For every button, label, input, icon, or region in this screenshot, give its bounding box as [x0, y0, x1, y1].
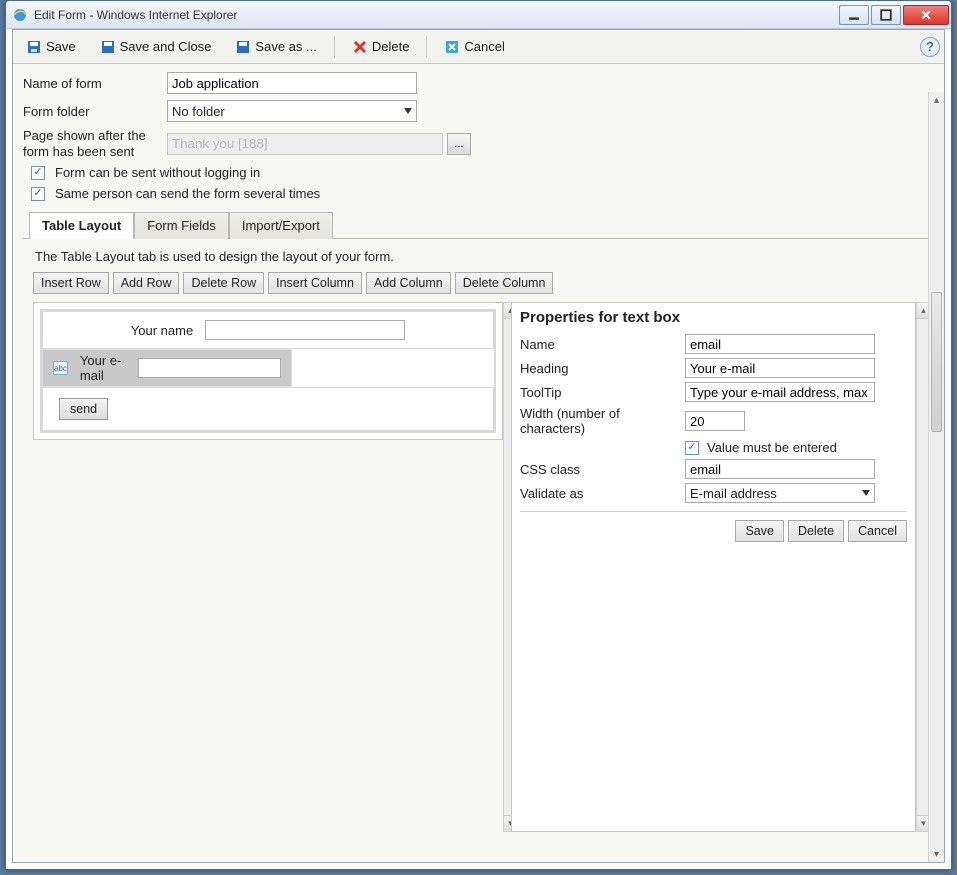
prop-css-input[interactable]	[685, 459, 875, 479]
prop-tooltip-label: ToolTip	[520, 385, 685, 400]
properties-pane: Properties for text box Name Heading Too…	[511, 302, 916, 832]
tab-description: The Table Layout tab is used to design t…	[23, 239, 934, 272]
tab-import-export[interactable]: Import/Export	[229, 212, 333, 239]
prop-validate-value: E-mail address	[690, 486, 777, 501]
chevron-down-icon	[862, 490, 870, 496]
toolbar-separator	[426, 36, 427, 58]
add-column-button[interactable]: Add Column	[366, 272, 451, 294]
delete-button[interactable]: Delete	[343, 35, 419, 59]
scroll-up-icon[interactable]: ▴	[929, 92, 944, 108]
folder-value: No folder	[172, 104, 225, 119]
delete-label: Delete	[372, 39, 410, 54]
toolbar-separator	[334, 36, 335, 58]
page-after-label: Page shown after the form has been sent	[23, 128, 167, 159]
titlebar: Edit Form - Windows Internet Explorer	[6, 1, 951, 29]
name-label: Name of form	[23, 76, 167, 91]
multi-submit-label: Same person can send the form several ti…	[55, 186, 320, 201]
prop-validate-select[interactable]: E-mail address	[685, 483, 875, 503]
delete-row-button[interactable]: Delete Row	[183, 272, 264, 294]
delete-icon	[352, 39, 368, 55]
preview-name-input[interactable]	[205, 320, 405, 340]
cancel-icon	[444, 39, 460, 55]
scroll-thumb[interactable]	[931, 292, 942, 432]
prop-heading-input[interactable]	[685, 358, 875, 378]
divider	[520, 511, 907, 512]
prop-width-label: Width (number of characters)	[520, 406, 685, 436]
form-settings: Name of form Form folder No folder Page …	[13, 64, 944, 836]
save-close-button[interactable]: Save and Close	[91, 35, 221, 59]
save-label: Save	[46, 39, 76, 54]
prop-heading-label: Heading	[520, 361, 685, 376]
preview-row-send[interactable]: send	[42, 387, 494, 431]
folder-label: Form folder	[23, 104, 167, 119]
save-as-label: Save as ...	[255, 39, 316, 54]
save-close-label: Save and Close	[120, 39, 212, 54]
prop-tooltip-input[interactable]	[685, 382, 875, 402]
minimize-button[interactable]	[839, 5, 869, 25]
tabstrip: Table Layout Form Fields Import/Export	[23, 211, 934, 239]
prop-required-checkbox[interactable]	[685, 441, 699, 455]
browse-page-button[interactable]: ...	[447, 133, 471, 155]
cancel-label: Cancel	[464, 39, 504, 54]
client-area: Save Save and Close Save as ... Delete C…	[12, 29, 945, 863]
help-button[interactable]: ?	[920, 37, 940, 57]
save-icon	[100, 39, 116, 55]
folder-select[interactable]: No folder	[167, 100, 417, 122]
anon-checkbox[interactable]	[31, 166, 45, 180]
toolbar: Save Save and Close Save as ... Delete C…	[13, 30, 944, 64]
window-scrollbar[interactable]: ▴ ▾	[928, 92, 944, 862]
scroll-down-icon[interactable]: ▾	[929, 846, 944, 862]
multi-submit-checkbox[interactable]	[31, 187, 45, 201]
preview-email-input[interactable]	[138, 358, 281, 378]
save-icon	[235, 39, 251, 55]
delete-column-button[interactable]: Delete Column	[455, 272, 554, 294]
prop-name-input[interactable]	[685, 334, 875, 354]
prop-name-label: Name	[520, 337, 685, 352]
save-as-button[interactable]: Save as ...	[226, 35, 325, 59]
page-after-input	[167, 133, 443, 155]
prop-css-label: CSS class	[520, 462, 685, 477]
prop-width-input[interactable]	[685, 411, 745, 431]
anon-label: Form can be sent without logging in	[55, 165, 260, 180]
split-pane: Your name abc Your e-mail send	[23, 302, 934, 832]
save-icon	[26, 39, 42, 55]
prop-delete-button[interactable]: Delete	[788, 520, 844, 542]
prop-cancel-button[interactable]: Cancel	[848, 520, 907, 542]
maximize-button[interactable]	[871, 5, 901, 25]
ie-icon	[12, 7, 28, 23]
tab-form-fields[interactable]: Form Fields	[134, 212, 229, 239]
form-name-input[interactable]	[167, 72, 417, 94]
add-row-button[interactable]: Add Row	[113, 272, 180, 294]
preview-row-email[interactable]: abc Your e-mail	[42, 349, 292, 387]
form-preview-pane: Your name abc Your e-mail send	[33, 302, 503, 440]
insert-row-button[interactable]: Insert Row	[33, 272, 109, 294]
cancel-button[interactable]: Cancel	[435, 35, 513, 59]
textbox-icon: abc	[53, 361, 68, 375]
insert-column-button[interactable]: Insert Column	[268, 272, 362, 294]
tab-table-layout[interactable]: Table Layout	[29, 212, 134, 239]
form-preview: Your name abc Your e-mail send	[40, 309, 496, 433]
preview-email-label: Your e-mail	[80, 353, 126, 383]
chevron-down-icon	[404, 108, 412, 114]
preview-send-button[interactable]: send	[59, 398, 108, 420]
window-title: Edit Form - Windows Internet Explorer	[34, 8, 839, 22]
properties-title: Properties for text box	[520, 309, 907, 326]
prop-save-button[interactable]: Save	[735, 520, 784, 542]
prop-required-label: Value must be entered	[707, 440, 837, 455]
close-button[interactable]	[903, 5, 949, 25]
layout-buttons: Insert Row Add Row Delete Row Insert Col…	[23, 272, 934, 302]
prop-validate-label: Validate as	[520, 486, 685, 501]
window: Edit Form - Windows Internet Explorer Sa…	[5, 0, 952, 870]
preview-name-label: Your name	[131, 323, 193, 338]
save-button[interactable]: Save	[17, 35, 85, 59]
preview-row-name[interactable]: Your name	[42, 311, 494, 349]
